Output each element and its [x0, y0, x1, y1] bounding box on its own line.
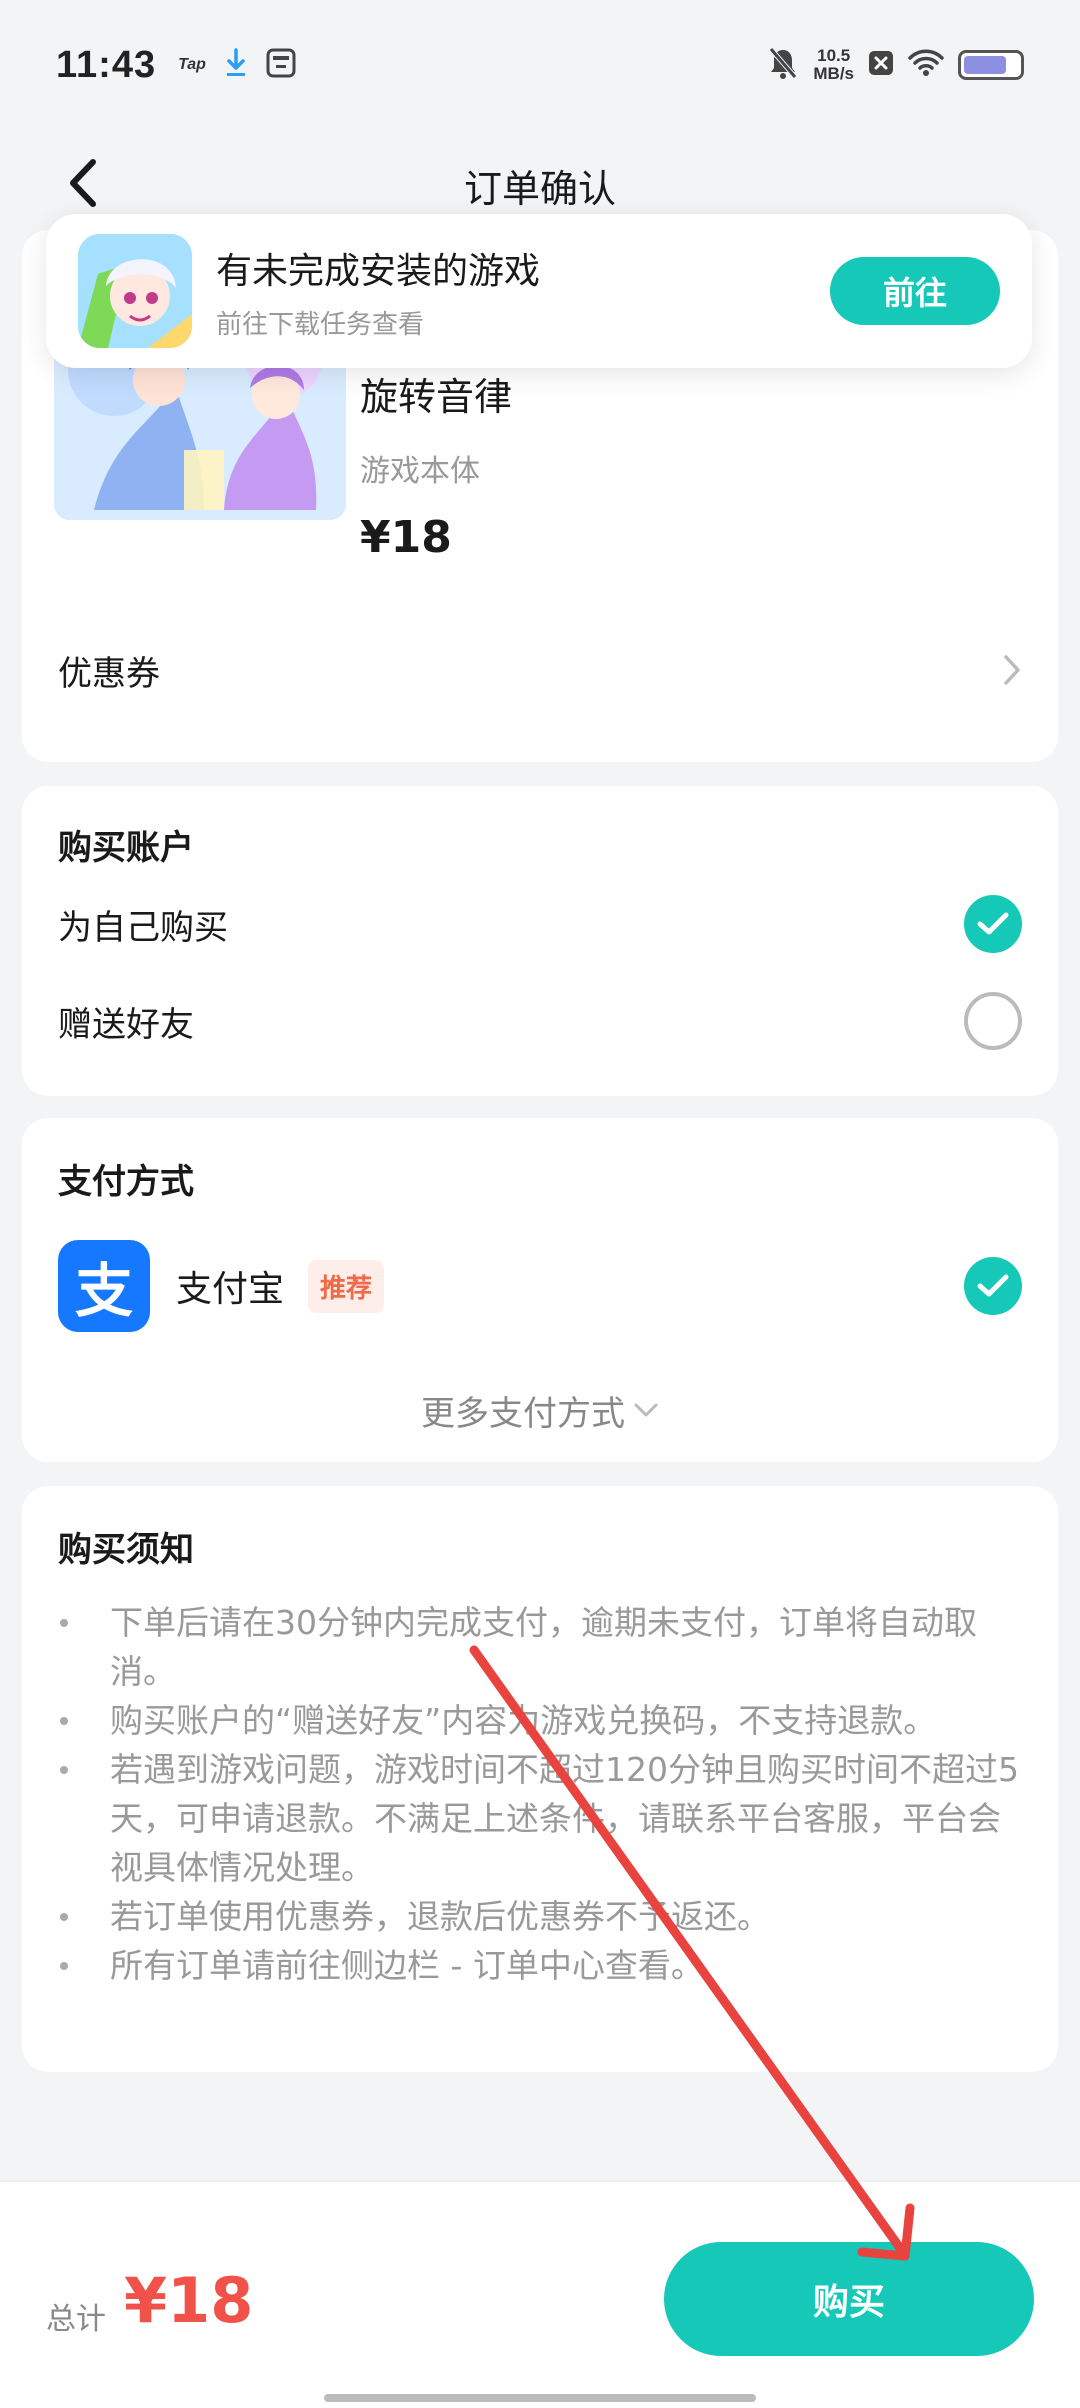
- notice-item: 下单后请在30分钟内完成支付，逾期未支付，订单将自动取消。: [58, 1598, 1022, 1696]
- payment-option-alipay[interactable]: 支 支付宝 推荐: [22, 1238, 1058, 1334]
- product-name: 旋转音律: [360, 375, 513, 419]
- option-label: 为自己购买: [58, 907, 228, 948]
- taptap-logo: Tap: [178, 56, 206, 73]
- net-speed: 10.5 MB/s: [813, 47, 854, 83]
- mute-bell-icon: [767, 46, 799, 85]
- chevron-down-icon: [634, 1403, 658, 1417]
- total-price: ¥18: [124, 2264, 254, 2337]
- page-title: 订单确认: [463, 166, 616, 211]
- status-left-icons: Tap: [178, 47, 296, 83]
- download-icon: [224, 47, 248, 83]
- status-bar: 11:43 Tap 10.5 MB/s: [0, 0, 1080, 130]
- net-speed-value: 10.5: [817, 46, 851, 65]
- product-type: 游戏本体: [360, 454, 480, 489]
- net-speed-unit: MB/s: [813, 64, 854, 83]
- chevron-left-icon: [70, 159, 96, 207]
- notice-item: 若订单使用优惠券，退款后优惠券不予返还。: [58, 1892, 1022, 1941]
- back-button[interactable]: [48, 148, 118, 218]
- notice-item: 所有订单请前往侧边栏 - 订单中心查看。: [58, 1941, 1022, 1990]
- notice-item: 若遇到游戏问题，游戏时间不超过120分钟且购买时间不超过5天，可申请退款。不满足…: [58, 1745, 1022, 1892]
- status-right-icons: 10.5 MB/s: [767, 46, 1024, 85]
- payment-method-card: 支付方式 支 支付宝 推荐 更多支付方式: [22, 1118, 1058, 1462]
- home-indicator[interactable]: [324, 2394, 756, 2402]
- option-buy-for-self[interactable]: 为自己购买: [22, 879, 1058, 969]
- coupon-label: 优惠券: [58, 653, 160, 694]
- chevron-right-icon: [1004, 655, 1020, 685]
- notice-list: 下单后请在30分钟内完成支付，逾期未支付，订单将自动取消。 购买账户的“赠送好友…: [58, 1598, 1022, 1990]
- close-box-icon: [868, 50, 894, 81]
- toast-subtitle: 前往下载任务查看: [216, 309, 425, 340]
- option-gift-friend[interactable]: 赠送好友: [22, 976, 1058, 1066]
- notice-section-title: 购买须知: [58, 1530, 194, 1570]
- toast-text: 有未完成安装的游戏 前往下载任务查看: [216, 242, 540, 341]
- notice-item: 购买账户的“赠送好友”内容为游戏兑换码，不支持退款。: [58, 1696, 1022, 1745]
- game-app-icon: [78, 234, 192, 348]
- wifi-icon: [908, 49, 944, 82]
- buy-button[interactable]: 购买: [664, 2242, 1034, 2356]
- payment-section-title: 支付方式: [58, 1162, 194, 1202]
- more-payment-methods[interactable]: 更多支付方式: [22, 1380, 1058, 1440]
- checked-icon[interactable]: [964, 1257, 1022, 1315]
- go-to-downloads-button[interactable]: 前往: [830, 257, 1000, 325]
- account-section-title: 购买账户: [58, 828, 194, 868]
- checkout-bar: 总计 ¥18 购买: [0, 2180, 1080, 2408]
- status-time: 11:43: [56, 43, 157, 86]
- toast-title: 有未完成安装的游戏: [216, 250, 541, 292]
- purchase-notice-card: 购买须知 下单后请在30分钟内完成支付，逾期未支付，订单将自动取消。 购买账户的…: [22, 1486, 1058, 2072]
- purchase-account-card: 购买账户 为自己购买 赠送好友: [22, 786, 1058, 1096]
- battery-level: [964, 56, 1006, 74]
- install-reminder-toast[interactable]: 有未完成安装的游戏 前往下载任务查看 前往: [46, 214, 1032, 368]
- battery-icon: [958, 50, 1024, 80]
- more-payment-label: 更多支付方式: [421, 1393, 625, 1434]
- alipay-icon: 支: [58, 1240, 150, 1332]
- storage-icon: [266, 48, 296, 83]
- coupon-row[interactable]: 优惠券: [22, 620, 1058, 720]
- option-label: 赠送好友: [58, 1004, 194, 1045]
- checked-icon[interactable]: [964, 895, 1022, 953]
- payment-method-label: 支付宝: [176, 1269, 285, 1310]
- total-label: 总计: [46, 2302, 106, 2337]
- product-price: ¥18: [360, 512, 452, 563]
- recommend-badge: 推荐: [308, 1259, 385, 1313]
- unchecked-radio-icon[interactable]: [964, 992, 1022, 1050]
